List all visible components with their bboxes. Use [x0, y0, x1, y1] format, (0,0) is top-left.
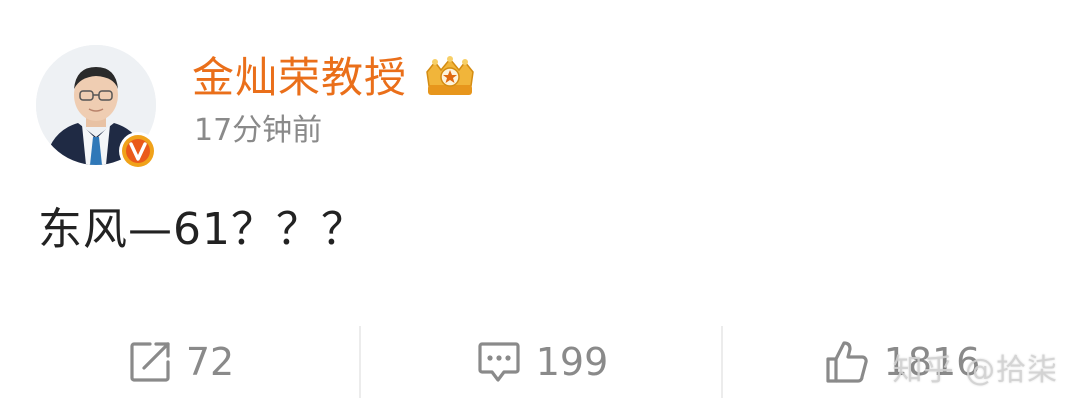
- verified-badge-icon: [118, 131, 158, 171]
- share-icon: [130, 342, 170, 382]
- username[interactable]: 金灿荣教授: [192, 57, 407, 99]
- user-avatar[interactable]: [36, 45, 157, 170]
- thumbs-up-icon: [826, 341, 868, 383]
- crown-badge-icon[interactable]: [421, 56, 479, 100]
- repost-button[interactable]: 72: [0, 320, 360, 404]
- post-timestamp: 17分钟前: [194, 113, 323, 148]
- watermark-text: 知乎 @拾柒: [892, 353, 1058, 388]
- username-row: 金灿荣教授: [192, 50, 479, 106]
- repost-count: 72: [185, 340, 235, 384]
- post-text: 东风—61？？？: [38, 204, 366, 255]
- comment-count: 199: [535, 340, 609, 384]
- comment-icon: [478, 342, 520, 382]
- comment-button[interactable]: 199: [360, 320, 722, 404]
